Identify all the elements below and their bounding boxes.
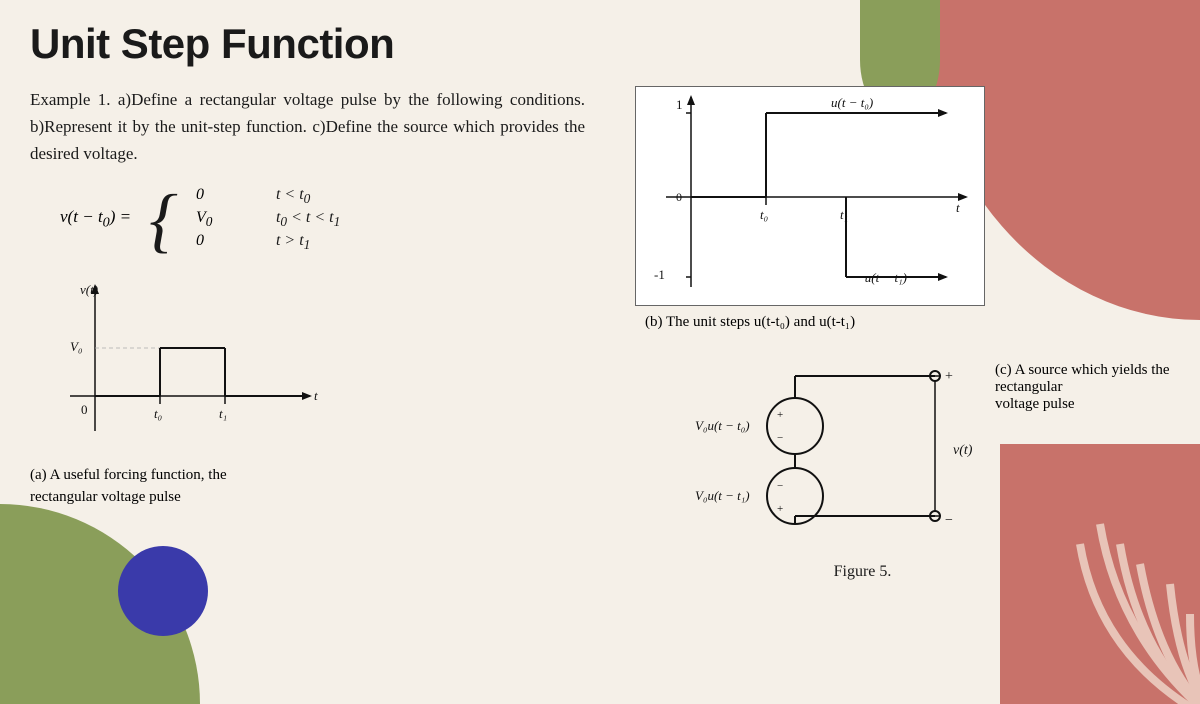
svg-text:t: t xyxy=(956,200,960,215)
circuit-label: (c) A source which yields the rectangula… xyxy=(995,354,1170,413)
graph-a-container: v(t) t V₀ xyxy=(30,276,585,509)
svg-text:t₁: t₁ xyxy=(219,406,227,421)
equation-block: v(t − t0) = { 0 t < t0 V0 t0 < t < t1 0 … xyxy=(60,184,585,256)
eq-row-1: 0 t < t0 xyxy=(196,186,340,207)
eq-val-2: V0 xyxy=(196,209,256,230)
equation-brace: { xyxy=(149,184,178,256)
svg-text:−u(t − t₁): −u(t − t₁) xyxy=(856,270,907,285)
svg-text:-1: -1 xyxy=(654,267,665,282)
left-column: Example 1. a)Define a rectangular voltag… xyxy=(30,86,585,684)
right-column: t 1 -1 0 t₀ t₁ xyxy=(615,86,1170,684)
svg-text:−: − xyxy=(777,432,783,444)
graph-b: t 1 -1 0 t₀ t₁ xyxy=(635,86,985,306)
blue-circle-decoration xyxy=(118,546,208,636)
page-title: Unit Step Function xyxy=(30,20,1170,68)
svg-text:t: t xyxy=(314,388,318,403)
eq-val-3: 0 xyxy=(196,232,256,253)
eq-row-2: V0 t0 < t < t1 xyxy=(196,209,340,230)
svg-text:V₀: V₀ xyxy=(70,339,82,354)
svg-text:−: − xyxy=(777,480,783,492)
svg-text:v(t): v(t) xyxy=(80,282,98,297)
svg-text:+: + xyxy=(777,409,783,421)
eq-cond-1: t < t0 xyxy=(276,186,310,207)
svg-text:t₀: t₀ xyxy=(154,406,162,421)
graph-a: v(t) t V₀ xyxy=(40,276,320,456)
figure-caption: Figure 5. xyxy=(555,563,1170,581)
equation-rhs: 0 t < t0 V0 t0 < t < t1 0 t > t1 xyxy=(196,186,340,254)
svg-text:0: 0 xyxy=(81,402,88,417)
eq-cond-2: t0 < t < t1 xyxy=(276,209,340,230)
graph-b-container: t 1 -1 0 t₀ t₁ xyxy=(615,86,1170,331)
circuit-container: + − v(t) + − − xyxy=(615,346,1170,551)
circuit-diagram: + − v(t) + − − xyxy=(635,346,975,551)
svg-text:1: 1 xyxy=(676,97,683,112)
svg-text:u(t − t₀): u(t − t₀) xyxy=(831,95,873,110)
svg-text:0: 0 xyxy=(676,190,682,204)
eq-val-1: 0 xyxy=(196,186,256,207)
svg-text:t₀: t₀ xyxy=(760,207,768,222)
svg-text:v(t): v(t) xyxy=(953,443,973,458)
svg-text:V₀u(t − t₀): V₀u(t − t₀) xyxy=(695,418,750,433)
svg-text:V₀u(t − t₁): V₀u(t − t₁) xyxy=(695,488,750,503)
eq-cond-3: t > t1 xyxy=(276,232,310,253)
svg-text:+: + xyxy=(945,369,953,384)
svg-text:+: + xyxy=(777,503,783,515)
svg-text:−: − xyxy=(945,513,953,528)
graph-b-label: (b) The unit steps u(t-t₀) and u(t-t₁) xyxy=(645,314,1170,331)
eq-row-3: 0 t > t1 xyxy=(196,232,340,253)
equation-lhs: v(t − t0) = xyxy=(60,207,131,231)
example-text: Example 1. a)Define a rectangular voltag… xyxy=(30,86,585,168)
graph-a-label: (a) A useful forcing function, the recta… xyxy=(30,464,585,509)
